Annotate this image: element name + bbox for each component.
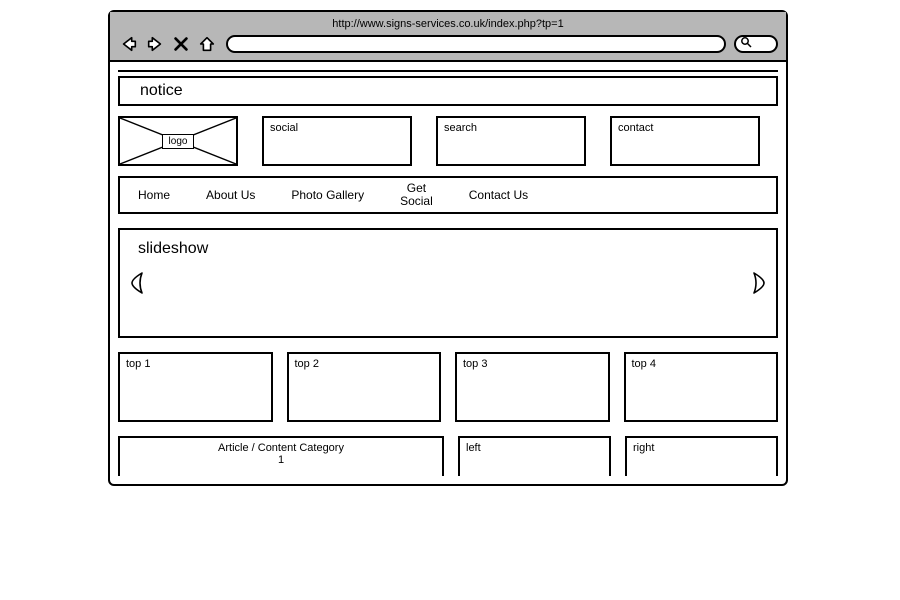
contact-box: contact xyxy=(610,116,760,166)
logo-placeholder: logo xyxy=(118,116,238,166)
nav-about[interactable]: About Us xyxy=(188,189,273,202)
url-display: http://www.signs-services.co.uk/index.ph… xyxy=(118,16,778,34)
back-arrow-icon[interactable] xyxy=(118,34,140,54)
browser-window: http://www.signs-services.co.uk/index.ph… xyxy=(108,10,788,486)
browser-toolbar xyxy=(118,34,778,54)
nav-home[interactable]: Home xyxy=(120,189,188,202)
nav-contact[interactable]: Contact Us xyxy=(451,189,546,202)
top-box-1: top 1 xyxy=(118,352,273,422)
search-box[interactable]: search xyxy=(436,116,586,166)
notice-bar: notice xyxy=(118,76,778,106)
top-box-3: top 3 xyxy=(455,352,610,422)
top-boxes-row: top 1 top 2 top 3 top 4 xyxy=(118,352,778,422)
home-icon[interactable] xyxy=(196,34,218,54)
address-bar[interactable] xyxy=(226,35,726,53)
divider xyxy=(118,70,778,72)
notice-label: notice xyxy=(140,82,183,99)
forward-arrow-icon[interactable] xyxy=(144,34,166,54)
logo-label: logo xyxy=(162,134,195,149)
article-category-box: Article / Content Category 1 xyxy=(118,436,444,476)
bottom-row: Article / Content Category 1 left right xyxy=(118,436,778,476)
slideshow-label: slideshow xyxy=(138,240,208,257)
right-box: right xyxy=(625,436,778,476)
nav-get-social[interactable]: Get Social xyxy=(382,182,451,208)
header-row: logo social search contact xyxy=(118,116,778,166)
page-body: notice logo social search contact Home A… xyxy=(110,62,786,484)
browser-chrome: http://www.signs-services.co.uk/index.ph… xyxy=(110,12,786,62)
left-box: left xyxy=(458,436,611,476)
slideshow-next-icon[interactable] xyxy=(750,271,768,295)
stop-icon[interactable] xyxy=(170,34,192,54)
main-nav: Home About Us Photo Gallery Get Social C… xyxy=(118,176,778,214)
top-box-4: top 4 xyxy=(624,352,779,422)
magnifier-icon xyxy=(740,35,752,53)
nav-gallery[interactable]: Photo Gallery xyxy=(273,189,382,202)
slideshow: slideshow xyxy=(118,228,778,338)
browser-search[interactable] xyxy=(734,35,778,53)
social-box: social xyxy=(262,116,412,166)
slideshow-prev-icon[interactable] xyxy=(128,271,146,295)
top-box-2: top 2 xyxy=(287,352,442,422)
